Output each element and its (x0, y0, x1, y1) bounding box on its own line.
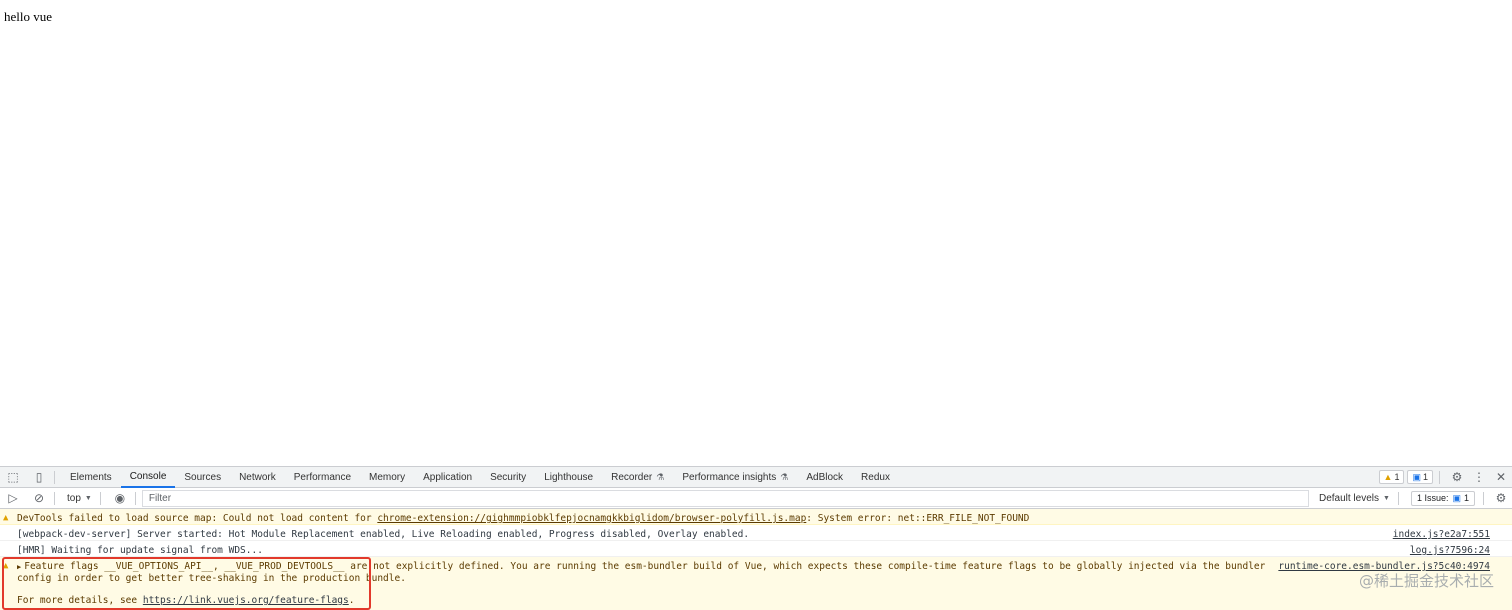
console-message-log: [webpack-dev-server] Server started: Hot… (0, 525, 1512, 541)
tab-memory[interactable]: Memory (360, 467, 414, 488)
filter-input[interactable]: Filter (141, 489, 1309, 507)
source-location-link[interactable]: log.js?7596:24 (1410, 545, 1490, 556)
live-expression-eye-icon[interactable]: ◉ (107, 488, 133, 509)
tab-adblock[interactable]: AdBlock (797, 467, 852, 488)
tab-sources[interactable]: Sources (175, 467, 230, 488)
inspect-element-icon[interactable]: ⬚ (0, 467, 26, 488)
experimental-flask-icon: ⚗ (656, 471, 665, 482)
watermark: @稀土掘金技术社区 (1358, 572, 1494, 590)
warning-icon: ▲ (1383, 472, 1393, 482)
caret-down-icon: ▼ (1383, 494, 1390, 502)
device-toolbar-icon[interactable]: ▯ (26, 467, 52, 488)
log-levels-dropdown[interactable]: Default levels ▼ (1313, 493, 1396, 504)
tab-performance-insights[interactable]: Performance insights ⚗ (673, 467, 797, 488)
messages-badge[interactable]: ▣ 1 (1407, 470, 1433, 484)
console-message-warning: ▲ DevTools failed to load source map: Co… (0, 509, 1512, 525)
message-icon: ▣ (1412, 471, 1421, 482)
clear-console-icon[interactable]: ⊘ (26, 488, 52, 509)
more-options-icon[interactable]: ⋮ (1468, 467, 1490, 488)
tab-security[interactable]: Security (481, 467, 535, 488)
tabbar-divider (1439, 470, 1440, 484)
caret-down-icon: ▼ (84, 494, 92, 502)
console-settings-gear-icon[interactable]: ⚙ (1490, 488, 1512, 509)
gear-icon[interactable]: ⚙ (1446, 467, 1468, 488)
tab-network[interactable]: Network (230, 467, 285, 488)
source-map-link[interactable]: chrome-extension://gighmmpiobklfepjocnam… (377, 513, 806, 524)
experimental-flask-icon: ⚗ (780, 471, 789, 482)
toolbar-divider (99, 491, 101, 505)
toolbar-divider (54, 491, 55, 505)
page-text: hello vue (4, 9, 53, 24)
devtools-tabbar: ⬚ ▯ Elements Console Sources Network Per… (0, 467, 1512, 488)
devtools-panel: ⬚ ▯ Elements Console Sources Network Per… (0, 466, 1512, 610)
page-viewport: hello vue (0, 0, 1512, 466)
source-location-link[interactable]: index.js?e2a7:551 (1393, 529, 1490, 540)
close-icon[interactable]: ✕ (1490, 467, 1512, 488)
console-message-log: [HMR] Waiting for update signal from WDS… (0, 541, 1512, 557)
console-toolbar: ▷ ⊘ top ▼ ◉ Filter Default levels ▼ 1 Is… (0, 488, 1512, 509)
warnings-badge[interactable]: ▲ 1 (1378, 470, 1405, 484)
tab-application[interactable]: Application (414, 467, 481, 488)
tab-performance[interactable]: Performance (285, 467, 360, 488)
tab-recorder[interactable]: Recorder ⚗ (602, 467, 673, 488)
tab-elements[interactable]: Elements (61, 467, 121, 488)
highlight-box (2, 557, 371, 610)
tab-lighthouse[interactable]: Lighthouse (535, 467, 602, 488)
warning-icon: ▲ (3, 513, 9, 523)
message-icon: ▣ (1452, 492, 1461, 503)
toolbar-divider (1483, 491, 1484, 505)
toolbar-divider (1397, 491, 1399, 505)
issues-button[interactable]: 1 Issue: ▣ 1 (1410, 490, 1475, 506)
tab-console[interactable]: Console (120, 467, 176, 488)
sidebar-toggle-icon[interactable]: ▷ (0, 488, 26, 509)
toolbar-divider (134, 491, 136, 505)
context-selector[interactable]: top ▼ (61, 493, 98, 504)
tab-redux[interactable]: Redux (852, 467, 899, 488)
tabbar-divider (54, 470, 55, 484)
